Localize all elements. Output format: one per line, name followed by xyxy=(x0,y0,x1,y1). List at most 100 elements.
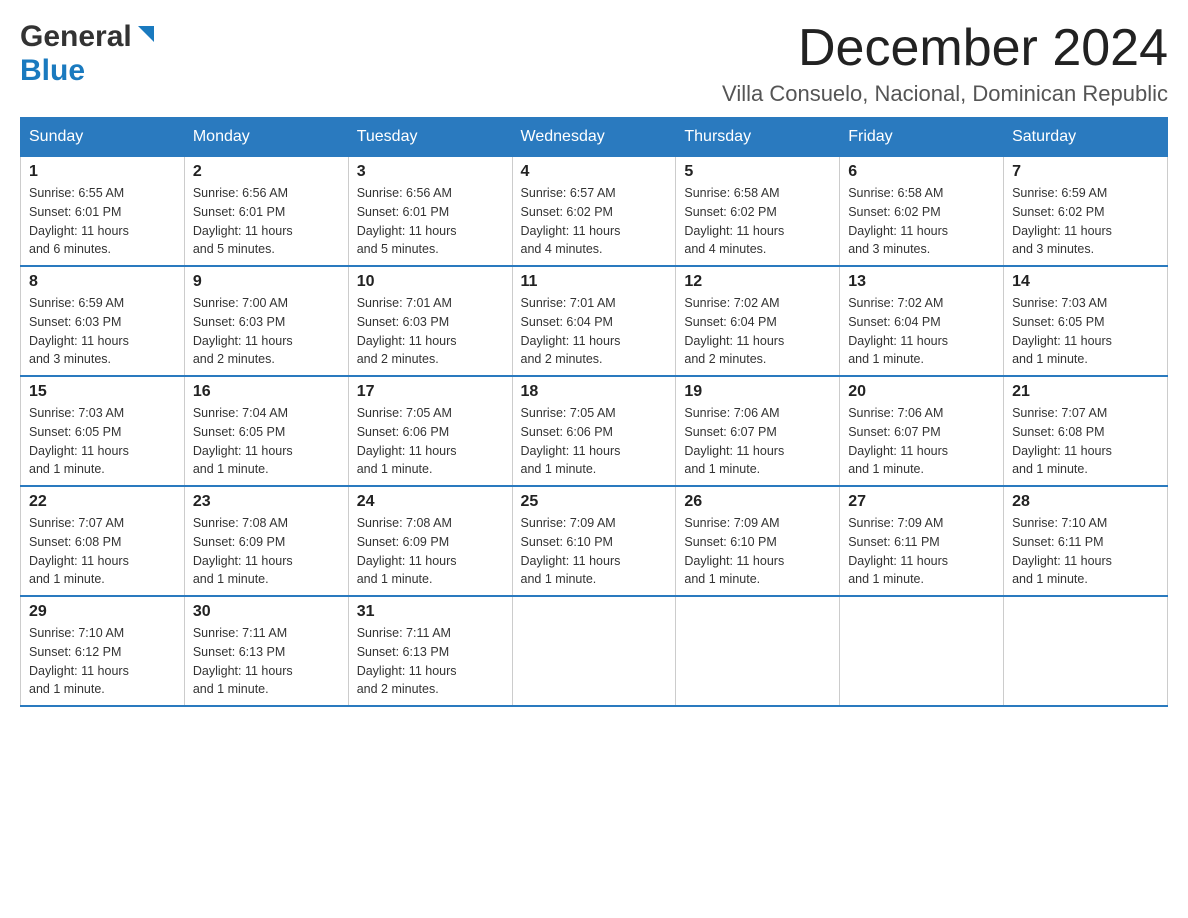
day-number: 29 xyxy=(29,603,176,621)
day-number: 5 xyxy=(684,163,831,181)
day-info: Sunrise: 7:09 AMSunset: 6:10 PMDaylight:… xyxy=(521,514,668,589)
day-number: 13 xyxy=(848,273,995,291)
day-info: Sunrise: 7:07 AMSunset: 6:08 PMDaylight:… xyxy=(1012,404,1159,479)
location-title: Villa Consuelo, Nacional, Dominican Repu… xyxy=(722,81,1168,107)
day-number: 22 xyxy=(29,493,176,511)
day-info: Sunrise: 7:05 AMSunset: 6:06 PMDaylight:… xyxy=(521,404,668,479)
calendar-cell: 25 Sunrise: 7:09 AMSunset: 6:10 PMDayligh… xyxy=(512,486,676,596)
day-info: Sunrise: 7:11 AMSunset: 6:13 PMDaylight:… xyxy=(193,624,340,699)
day-number: 11 xyxy=(521,273,668,291)
day-info: Sunrise: 6:59 AMSunset: 6:03 PMDaylight:… xyxy=(29,294,176,369)
logo-general-text: General xyxy=(20,20,132,54)
day-info: Sunrise: 6:59 AMSunset: 6:02 PMDaylight:… xyxy=(1012,184,1159,259)
calendar-cell: 20 Sunrise: 7:06 AMSunset: 6:07 PMDayligh… xyxy=(840,376,1004,486)
calendar-cell: 30Sunrise: 7:11 AMSunset: 6:13 PMDayligh… xyxy=(184,596,348,706)
day-number: 7 xyxy=(1012,163,1159,181)
calendar-week-row: 29 Sunrise: 7:10 AMSunset: 6:12 PMDayligh… xyxy=(21,596,1168,706)
calendar-cell: 26Sunrise: 7:09 AMSunset: 6:10 PMDayligh… xyxy=(676,486,840,596)
calendar-table: SundayMondayTuesdayWednesdayThursdayFrid… xyxy=(20,117,1168,707)
column-header-wednesday: Wednesday xyxy=(512,118,676,157)
calendar-week-row: 8 Sunrise: 6:59 AMSunset: 6:03 PMDaylight… xyxy=(21,266,1168,376)
day-number: 18 xyxy=(521,383,668,401)
day-number: 2 xyxy=(193,163,340,181)
calendar-cell: 8 Sunrise: 6:59 AMSunset: 6:03 PMDaylight… xyxy=(21,266,185,376)
day-info: Sunrise: 7:01 AMSunset: 6:04 PMDaylight:… xyxy=(521,294,668,369)
day-number: 9 xyxy=(193,273,340,291)
calendar-cell: 14 Sunrise: 7:03 AMSunset: 6:05 PMDayligh… xyxy=(1004,266,1168,376)
column-header-saturday: Saturday xyxy=(1004,118,1168,157)
calendar-cell: 13Sunrise: 7:02 AMSunset: 6:04 PMDayligh… xyxy=(840,266,1004,376)
calendar-cell: 3 Sunrise: 6:56 AMSunset: 6:01 PMDaylight… xyxy=(348,157,512,267)
day-info: Sunrise: 7:06 AMSunset: 6:07 PMDaylight:… xyxy=(848,404,995,479)
logo: General Blue xyxy=(20,20,156,88)
calendar-cell: 29 Sunrise: 7:10 AMSunset: 6:12 PMDayligh… xyxy=(21,596,185,706)
day-info: Sunrise: 7:02 AMSunset: 6:04 PMDaylight:… xyxy=(684,294,831,369)
day-info: Sunrise: 6:58 AMSunset: 6:02 PMDaylight:… xyxy=(684,184,831,259)
logo-blue-text: Blue xyxy=(20,54,85,88)
calendar-cell xyxy=(512,596,676,706)
day-number: 16 xyxy=(193,383,340,401)
day-info: Sunrise: 7:03 AMSunset: 6:05 PMDaylight:… xyxy=(29,404,176,479)
calendar-cell: 1 Sunrise: 6:55 AMSunset: 6:01 PMDaylight… xyxy=(21,157,185,267)
calendar-cell: 27Sunrise: 7:09 AMSunset: 6:11 PMDayligh… xyxy=(840,486,1004,596)
calendar-cell: 23 Sunrise: 7:08 AMSunset: 6:09 PMDayligh… xyxy=(184,486,348,596)
day-info: Sunrise: 7:03 AMSunset: 6:05 PMDaylight:… xyxy=(1012,294,1159,369)
day-info: Sunrise: 7:05 AMSunset: 6:06 PMDaylight:… xyxy=(357,404,504,479)
day-info: Sunrise: 7:09 AMSunset: 6:11 PMDaylight:… xyxy=(848,514,995,589)
day-number: 26 xyxy=(684,493,831,511)
calendar-cell: 28Sunrise: 7:10 AMSunset: 6:11 PMDayligh… xyxy=(1004,486,1168,596)
day-info: Sunrise: 7:07 AMSunset: 6:08 PMDaylight:… xyxy=(29,514,176,589)
day-info: Sunrise: 6:55 AMSunset: 6:01 PMDaylight:… xyxy=(29,184,176,259)
calendar-cell: 11 Sunrise: 7:01 AMSunset: 6:04 PMDayligh… xyxy=(512,266,676,376)
day-number: 28 xyxy=(1012,493,1159,511)
calendar-week-row: 15 Sunrise: 7:03 AMSunset: 6:05 PMDayligh… xyxy=(21,376,1168,486)
calendar-cell: 12 Sunrise: 7:02 AMSunset: 6:04 PMDayligh… xyxy=(676,266,840,376)
day-number: 21 xyxy=(1012,383,1159,401)
calendar-cell: 16 Sunrise: 7:04 AMSunset: 6:05 PMDayligh… xyxy=(184,376,348,486)
day-number: 10 xyxy=(357,273,504,291)
day-number: 23 xyxy=(193,493,340,511)
calendar-cell: 24Sunrise: 7:08 AMSunset: 6:09 PMDayligh… xyxy=(348,486,512,596)
day-number: 15 xyxy=(29,383,176,401)
calendar-header-row: SundayMondayTuesdayWednesdayThursdayFrid… xyxy=(21,118,1168,157)
day-number: 14 xyxy=(1012,273,1159,291)
day-number: 3 xyxy=(357,163,504,181)
day-info: Sunrise: 7:08 AMSunset: 6:09 PMDaylight:… xyxy=(193,514,340,589)
day-number: 8 xyxy=(29,273,176,291)
month-title: December 2024 xyxy=(722,20,1168,77)
title-section: December 2024 Villa Consuelo, Nacional, … xyxy=(722,20,1168,107)
logo-arrow-icon xyxy=(134,22,156,49)
calendar-week-row: 1 Sunrise: 6:55 AMSunset: 6:01 PMDaylight… xyxy=(21,157,1168,267)
column-header-sunday: Sunday xyxy=(21,118,185,157)
calendar-cell: 21 Sunrise: 7:07 AMSunset: 6:08 PMDayligh… xyxy=(1004,376,1168,486)
calendar-cell: 4 Sunrise: 6:57 AMSunset: 6:02 PMDaylight… xyxy=(512,157,676,267)
day-number: 4 xyxy=(521,163,668,181)
day-number: 12 xyxy=(684,273,831,291)
column-header-monday: Monday xyxy=(184,118,348,157)
page-header: General Blue December 2024 Villa Consuel… xyxy=(20,20,1168,107)
column-header-friday: Friday xyxy=(840,118,1004,157)
day-info: Sunrise: 6:58 AMSunset: 6:02 PMDaylight:… xyxy=(848,184,995,259)
day-number: 24 xyxy=(357,493,504,511)
day-info: Sunrise: 7:10 AMSunset: 6:12 PMDaylight:… xyxy=(29,624,176,699)
column-header-tuesday: Tuesday xyxy=(348,118,512,157)
day-number: 20 xyxy=(848,383,995,401)
calendar-cell: 7 Sunrise: 6:59 AMSunset: 6:02 PMDaylight… xyxy=(1004,157,1168,267)
day-number: 1 xyxy=(29,163,176,181)
day-info: Sunrise: 6:56 AMSunset: 6:01 PMDaylight:… xyxy=(193,184,340,259)
day-info: Sunrise: 7:01 AMSunset: 6:03 PMDaylight:… xyxy=(357,294,504,369)
calendar-cell: 6Sunrise: 6:58 AMSunset: 6:02 PMDaylight… xyxy=(840,157,1004,267)
calendar-cell xyxy=(1004,596,1168,706)
calendar-cell xyxy=(840,596,1004,706)
day-info: Sunrise: 7:04 AMSunset: 6:05 PMDaylight:… xyxy=(193,404,340,479)
day-info: Sunrise: 7:00 AMSunset: 6:03 PMDaylight:… xyxy=(193,294,340,369)
day-number: 31 xyxy=(357,603,504,621)
calendar-cell: 22 Sunrise: 7:07 AMSunset: 6:08 PMDayligh… xyxy=(21,486,185,596)
calendar-cell: 5 Sunrise: 6:58 AMSunset: 6:02 PMDaylight… xyxy=(676,157,840,267)
day-info: Sunrise: 6:57 AMSunset: 6:02 PMDaylight:… xyxy=(521,184,668,259)
day-info: Sunrise: 6:56 AMSunset: 6:01 PMDaylight:… xyxy=(357,184,504,259)
calendar-cell: 10 Sunrise: 7:01 AMSunset: 6:03 PMDayligh… xyxy=(348,266,512,376)
day-info: Sunrise: 7:11 AMSunset: 6:13 PMDaylight:… xyxy=(357,624,504,699)
calendar-cell: 17Sunrise: 7:05 AMSunset: 6:06 PMDayligh… xyxy=(348,376,512,486)
day-number: 25 xyxy=(521,493,668,511)
